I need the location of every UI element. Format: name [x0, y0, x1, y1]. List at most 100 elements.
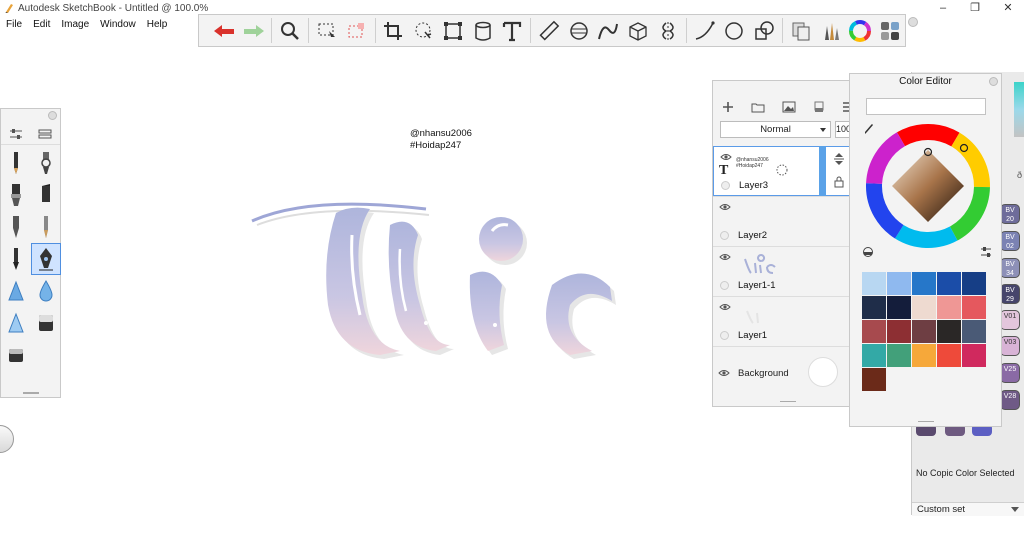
copic-swatch-bv02[interactable]: BV 02 — [1000, 231, 1020, 251]
symmetry-button[interactable] — [653, 15, 683, 46]
layer-row-layer2[interactable]: Layer2 — [713, 196, 851, 246]
color-swatch[interactable] — [887, 320, 911, 343]
brush-puck[interactable] — [0, 425, 14, 453]
close-button[interactable]: ✕ — [993, 1, 1023, 15]
reorder-icon[interactable] — [833, 152, 845, 166]
color-swatch[interactable] — [962, 272, 986, 295]
color-swatch[interactable] — [962, 320, 986, 343]
menu-edit[interactable]: Edit — [33, 17, 50, 32]
brush-palette-close-button[interactable] — [48, 111, 57, 120]
curve-button[interactable] — [594, 15, 624, 46]
eye-icon[interactable] — [719, 303, 731, 311]
brush-palette-grip[interactable] — [23, 392, 39, 394]
ink-pen-brush[interactable] — [1, 211, 31, 243]
color-editor-grip[interactable] — [918, 421, 934, 423]
brush-library-tab-icon[interactable] — [38, 128, 52, 140]
color-swatch[interactable] — [862, 296, 886, 319]
add-layer-icon[interactable] — [722, 101, 734, 113]
circle-button[interactable] — [720, 15, 750, 46]
copic-swatch-v03[interactable]: V03 — [1000, 336, 1020, 356]
color-swatch[interactable] — [887, 296, 911, 319]
brush-properties-icon[interactable] — [9, 128, 23, 140]
color-wheel[interactable] — [864, 122, 992, 250]
layer-visibility-dot[interactable] — [720, 231, 729, 240]
color-value-field[interactable] — [866, 98, 986, 115]
color-swatch[interactable] — [962, 296, 986, 319]
maximize-button[interactable]: ❐ — [960, 1, 990, 15]
color-swatch[interactable] — [912, 296, 936, 319]
color-swatch[interactable] — [912, 320, 936, 343]
layer-mask-icon[interactable] — [813, 101, 825, 113]
perspective-button[interactable] — [623, 15, 653, 46]
color-swatch[interactable] — [862, 368, 886, 391]
layer-editor-grip[interactable] — [780, 401, 796, 403]
fill-button[interactable] — [468, 15, 498, 46]
zoom-button[interactable] — [275, 15, 305, 46]
undo-button[interactable] — [209, 15, 239, 46]
copy-button[interactable] — [786, 15, 816, 46]
color-swatch[interactable] — [862, 320, 886, 343]
copic-swatch-v01[interactable]: V01 — [1000, 310, 1020, 330]
color-swatch[interactable] — [912, 344, 936, 367]
palette-button[interactable] — [875, 15, 905, 46]
smudge-brush[interactable] — [1, 307, 31, 339]
color-swatch[interactable] — [887, 272, 911, 295]
blend-mode-select[interactable]: Normal — [720, 120, 831, 138]
folder-icon[interactable] — [751, 101, 765, 113]
color-swatch[interactable] — [937, 272, 961, 295]
layer-visibility-dot[interactable] — [721, 181, 730, 190]
copic-swatch-v28[interactable]: V28 — [1000, 390, 1020, 410]
color-editor-close-button[interactable] — [989, 77, 998, 86]
color-swatch[interactable] — [937, 344, 961, 367]
layer-visibility-dot[interactable] — [720, 331, 729, 340]
menu-file[interactable]: File — [6, 17, 22, 32]
blur-brush[interactable] — [31, 275, 61, 307]
eye-icon[interactable] — [720, 153, 732, 161]
color-swatch[interactable] — [862, 344, 886, 367]
shape-button[interactable] — [749, 15, 779, 46]
minimize-button[interactable]: – — [928, 1, 958, 15]
color-swatch[interactable] — [937, 320, 961, 343]
color-swatch[interactable] — [937, 296, 961, 319]
copic-swatch-bv20[interactable]: BV 20 — [1000, 204, 1020, 224]
menu-help[interactable]: Help — [147, 17, 168, 32]
brush-library-button[interactable] — [816, 15, 846, 46]
crop-button[interactable] — [379, 15, 409, 46]
crop-select-button[interactable] — [342, 15, 372, 46]
hard-eraser-brush[interactable] — [1, 339, 31, 371]
copic-swatch-bv34[interactable]: BV 34 — [1000, 258, 1020, 278]
sliders-icon[interactable] — [980, 246, 992, 258]
color-swatch[interactable] — [887, 344, 911, 367]
eye-icon[interactable] — [718, 369, 730, 377]
color-editor-button[interactable] — [845, 15, 875, 46]
text-button[interactable] — [497, 15, 527, 46]
airbrush-brush[interactable] — [31, 147, 61, 179]
layer-row-layer1[interactable]: Layer1 — [713, 296, 851, 346]
marker-brush[interactable] — [1, 179, 31, 211]
layer-row-background[interactable]: Background — [713, 346, 851, 398]
brush-pen-brush[interactable] — [1, 243, 31, 275]
color-swatch[interactable] — [862, 272, 886, 295]
select-button[interactable] — [312, 15, 342, 46]
redo-button[interactable] — [239, 15, 269, 46]
layer-visibility-dot[interactable] — [720, 281, 729, 290]
toolbar-close-button[interactable] — [908, 17, 918, 27]
menu-image[interactable]: Image — [61, 17, 89, 32]
ellipse-guide-button[interactable] — [564, 15, 594, 46]
chisel-marker-brush[interactable] — [31, 179, 61, 211]
copic-swatch-bv29[interactable]: BV 29 — [1000, 284, 1020, 304]
menu-window[interactable]: Window — [100, 17, 136, 32]
color-swatch[interactable] — [962, 344, 986, 367]
lasso-button[interactable] — [408, 15, 438, 46]
ruler-button[interactable] — [534, 15, 564, 46]
pencil-brush[interactable] — [1, 147, 31, 179]
eye-icon[interactable] — [719, 253, 731, 261]
fine-pen-brush[interactable] — [31, 211, 61, 243]
calligraphy-pen-brush[interactable] — [30, 243, 61, 275]
transform-button[interactable] — [438, 15, 468, 46]
copic-swatch-v25[interactable]: V25 — [1000, 363, 1020, 383]
layer-row-layer1-1[interactable]: Layer1-1 — [713, 246, 851, 296]
color-picker-icon[interactable] — [862, 246, 874, 258]
triangle-brush[interactable] — [1, 275, 31, 307]
color-swatch[interactable] — [912, 272, 936, 295]
